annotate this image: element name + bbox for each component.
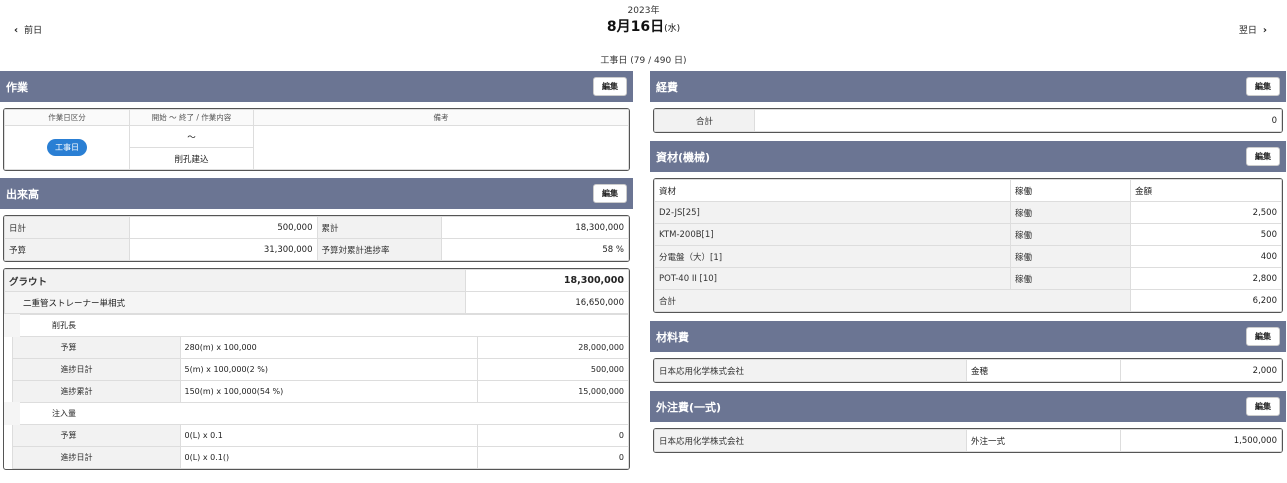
material-section-header: 材料費 編集 xyxy=(650,321,1286,352)
outsource-table: 日本応用化学株式会社 外注一式 1,500,000 xyxy=(653,428,1283,453)
right-column: 経費 編集 合計 0 資材(機械) 編集 資材 稼働 金額 D2-JS[25] 稼働 2,50… xyxy=(650,71,1286,453)
material-table: 日本応用化学株式会社 金穂 2,000 xyxy=(653,358,1283,383)
workday-counter: 工事日 (79 / 490 日) xyxy=(600,56,687,66)
remarks-cell[interactable] xyxy=(253,125,629,170)
output-summary: 日計 500,000 累計 18,300,000 予算 31,300,000 予算対累計進… xyxy=(3,215,630,262)
next-day-button[interactable]: 翌日 › xyxy=(1239,23,1273,36)
date-label: 8月16日(水) xyxy=(606,19,681,35)
machine-section-header: 資材(機械) 編集 xyxy=(650,141,1286,172)
outsource-section-header: 外注費(一式) 編集 xyxy=(650,391,1286,422)
machine-table: 資材 稼働 金額 D2-JS[25] 稼働 2,500 KTM-200B[1] 稼働 500… xyxy=(653,178,1283,313)
year-label: 2023年 xyxy=(627,6,660,16)
prev-day-button[interactable]: ‹ 前日 xyxy=(8,23,42,36)
machine-edit-button[interactable]: 編集 xyxy=(1246,147,1280,166)
work-edit-button[interactable]: 編集 xyxy=(593,77,627,96)
work-table: 作業日区分 開始 ～ 終了 / 作業内容 備考 工事日～ 削孔建込 xyxy=(3,108,630,171)
work-section-header: 作業 編集 xyxy=(0,71,633,102)
left-column: 作業 編集 作業日区分 開始 ～ 終了 / 作業内容 備考 工事日～ 削孔建込 出来高… xyxy=(0,71,633,470)
expense-section-header: 経費 編集 xyxy=(650,71,1286,102)
output-section-header: 出来高 編集 xyxy=(0,178,633,209)
expense-table: 合計 0 xyxy=(653,108,1283,133)
date-header: 2023年 8月16日(水) ‹ 前日 翌日 › 工事日 (79 / 490 日) xyxy=(0,0,1287,70)
chevron-left-icon: ‹ xyxy=(14,25,19,36)
workday-badge[interactable]: 工事日 xyxy=(47,139,87,156)
output-edit-button[interactable]: 編集 xyxy=(593,184,627,203)
chevron-right-icon: › xyxy=(1262,25,1267,36)
material-edit-button[interactable]: 編集 xyxy=(1246,327,1280,346)
grout-table: グラウト 18,300,000 二重管ストレーナー単相式 16,650,000 削孔… xyxy=(3,268,630,470)
outsource-edit-button[interactable]: 編集 xyxy=(1246,397,1280,416)
expense-edit-button[interactable]: 編集 xyxy=(1246,77,1280,96)
